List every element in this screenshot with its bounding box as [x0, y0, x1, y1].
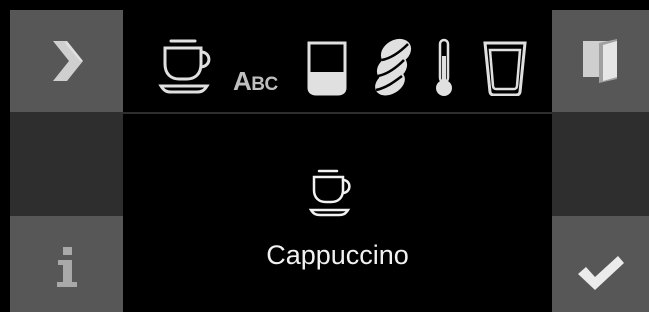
book-icon: [582, 39, 617, 83]
rename-button[interactable]: ABC: [233, 66, 278, 97]
info-button[interactable]: [10, 216, 123, 312]
chevron-right-icon: [52, 41, 83, 81]
menu-button[interactable]: [552, 10, 649, 112]
info-icon: [56, 247, 77, 287]
coffee-cup-icon[interactable]: [157, 38, 217, 94]
right-empty-panel: [552, 112, 649, 216]
coffee-beans-icon[interactable]: [370, 38, 418, 96]
checkmark-icon: [577, 256, 624, 290]
thermometer-icon[interactable]: [432, 38, 456, 98]
coffee-machine-display: ABC Cappuccino: [0, 0, 649, 312]
left-empty-panel: [10, 112, 123, 216]
next-button[interactable]: [10, 10, 123, 112]
confirm-button[interactable]: [552, 216, 649, 312]
selected-drink-name: Cappuccino: [266, 240, 409, 270]
milk-glass-icon[interactable]: [482, 40, 528, 96]
glass-amount-icon[interactable]: [305, 40, 349, 96]
coffee-cup-icon: [308, 169, 351, 217]
